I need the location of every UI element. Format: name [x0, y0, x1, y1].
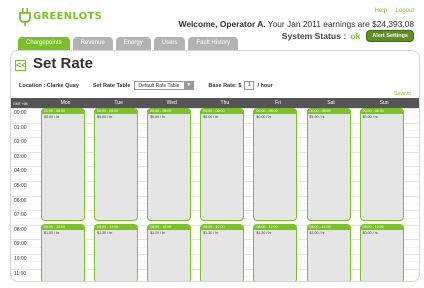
- rate-block-tue-morning[interactable]: 08:00 - 12:00 $1.30 / hr: [94, 224, 139, 281]
- block-rate: $1.20 / hr: [309, 115, 325, 119]
- rate-block-wed-night[interactable]: 00:00 - 08:00 $0.00 / hr: [147, 108, 192, 221]
- greenlots-logo[interactable]: GREENLOTS: [19, 8, 114, 34]
- earnings-text: Your Jan 2011 earnings are $24,393.08: [267, 19, 414, 29]
- system-status: System Status : ok Alert Settings: [282, 30, 414, 42]
- day-header-sat: Sat: [327, 100, 335, 106]
- rate-block-tue-night[interactable]: 00:00 - 08:00 $0.00 / hr: [94, 108, 139, 221]
- rate-controls: Location : Clarke Quay Set Rate Table De…: [19, 81, 273, 90]
- back-button[interactable]: <<: [15, 60, 27, 71]
- rate-block-thu-morning[interactable]: 08:00 - 12:00 $1.30 / hr: [200, 224, 245, 281]
- main-tabs: Chargepoints Revenue Energy Users Fault …: [18, 37, 241, 51]
- block-rate: $1.00 / hr: [309, 231, 325, 235]
- rate-block-wed-morning[interactable]: 08:00 - 12:00 $1.20 / hr: [147, 224, 192, 281]
- welcome-prefix: Welcome, Operator A.: [178, 19, 266, 29]
- block-rate: $1.00 / hr: [44, 231, 60, 235]
- block-rate: $0.00 / hr: [203, 115, 219, 119]
- rate-block-mon-morning[interactable]: 08:00 - 12:00 $1.00 / hr: [41, 224, 85, 281]
- rate-block-mon-night[interactable]: 00:00 - 08:00 $0.00 / hr: [41, 108, 85, 221]
- rate-table-label: Set Rate Table: [92, 82, 131, 89]
- plug-icon: [19, 8, 31, 26]
- chevron-down-icon: ▼: [184, 82, 194, 89]
- rate-block-fri-morning[interactable]: 08:00 - 12:00 $1.30 / hr: [253, 224, 298, 281]
- block-rate: $1.30 / hr: [203, 231, 219, 235]
- day-header-mon: Mon: [60, 100, 71, 106]
- alert-settings-button[interactable]: Alert Settings: [366, 30, 414, 42]
- page-title: Set Rate: [33, 55, 94, 72]
- timezone-label: GMT +08: [13, 102, 28, 106]
- block-rate: $0.00 / hr: [97, 115, 113, 119]
- rate-table-value: Default Rate Table: [138, 82, 180, 89]
- tab-fault-history[interactable]: Fault History: [188, 37, 239, 51]
- rate-block-sat-morning[interactable]: 08:00 - 12:00 $1.00 / hr: [306, 224, 351, 281]
- tab-users[interactable]: Users: [153, 37, 186, 51]
- day-header-wed: Wed: [166, 100, 177, 106]
- calendar-header: GMT +08 Mon Tue Wed Thu Fri Sat Sun: [11, 98, 419, 108]
- rate-block-sun-night[interactable]: 00:00 - 08:00 $0.00 / hr: [359, 108, 404, 221]
- block-rate: $0.00 / hr: [362, 115, 378, 119]
- day-header-thu: Thu: [220, 100, 230, 106]
- tab-revenue[interactable]: Revenue: [72, 37, 113, 51]
- base-rate-label: Base Rate: $: [208, 82, 242, 89]
- set-rate-panel: << Set Rate Location : Clarke Quay Set R…: [10, 50, 420, 282]
- day-header-sun: Sun: [379, 100, 389, 106]
- rate-block-thu-night[interactable]: 00:00 - 08:00 $0.00 / hr: [200, 108, 245, 221]
- tab-chargepoints[interactable]: Chargepoints: [18, 37, 70, 51]
- rate-block-sat-night[interactable]: 00:00 - 08:00 $1.20 / hr: [306, 108, 351, 221]
- block-rate: $1.30 / hr: [256, 231, 272, 235]
- system-status-label: System Status :: [281, 31, 347, 41]
- block-rate: $1.30 / hr: [97, 231, 113, 235]
- help-link[interactable]: Help: [375, 8, 387, 14]
- logout-link[interactable]: Logout: [396, 8, 414, 14]
- tab-energy[interactable]: Energy: [115, 37, 151, 51]
- block-rate: $0.00 / hr: [362, 231, 378, 235]
- system-status-value: ok: [350, 31, 361, 41]
- calendar-grid[interactable]: 00:00 01:00 02:00 03:00 04:00 05:00 06:0…: [11, 108, 419, 281]
- rate-block-sun-morning[interactable]: 08:00 - 12:00 $0.00 / hr: [359, 224, 404, 281]
- welcome-message: Welcome, Operator A. Your Jan 2011 earni…: [179, 19, 414, 29]
- rate-table-select[interactable]: Default Rate Table ▼: [134, 81, 195, 90]
- rate-blocks: 00:00 - 08:00 $0.00 / hr 00:00 - 08:00 $…: [39, 108, 411, 281]
- double-chevron-left-icon: <<: [16, 60, 27, 70]
- brand-name: GREENLOTS: [33, 11, 103, 22]
- block-rate: $1.20 / hr: [150, 231, 166, 235]
- block-rate: $0.00 / hr: [256, 115, 272, 119]
- base-rate-input[interactable]: 1: [244, 81, 255, 90]
- base-rate-unit: / hour: [257, 82, 273, 89]
- save-link[interactable]: Save to: [394, 91, 411, 97]
- top-links: Help Logout: [368, 8, 414, 14]
- rate-block-fri-night[interactable]: 00:00 - 08:00 $0.00 / hr: [253, 108, 298, 221]
- day-header-fri: Fri: [275, 100, 281, 106]
- block-rate: $0.00 / hr: [150, 115, 166, 119]
- block-rate: $0.00 / hr: [44, 115, 60, 119]
- day-header-tue: Tue: [114, 100, 123, 106]
- location-label: Location : Clarke Quay: [19, 82, 79, 89]
